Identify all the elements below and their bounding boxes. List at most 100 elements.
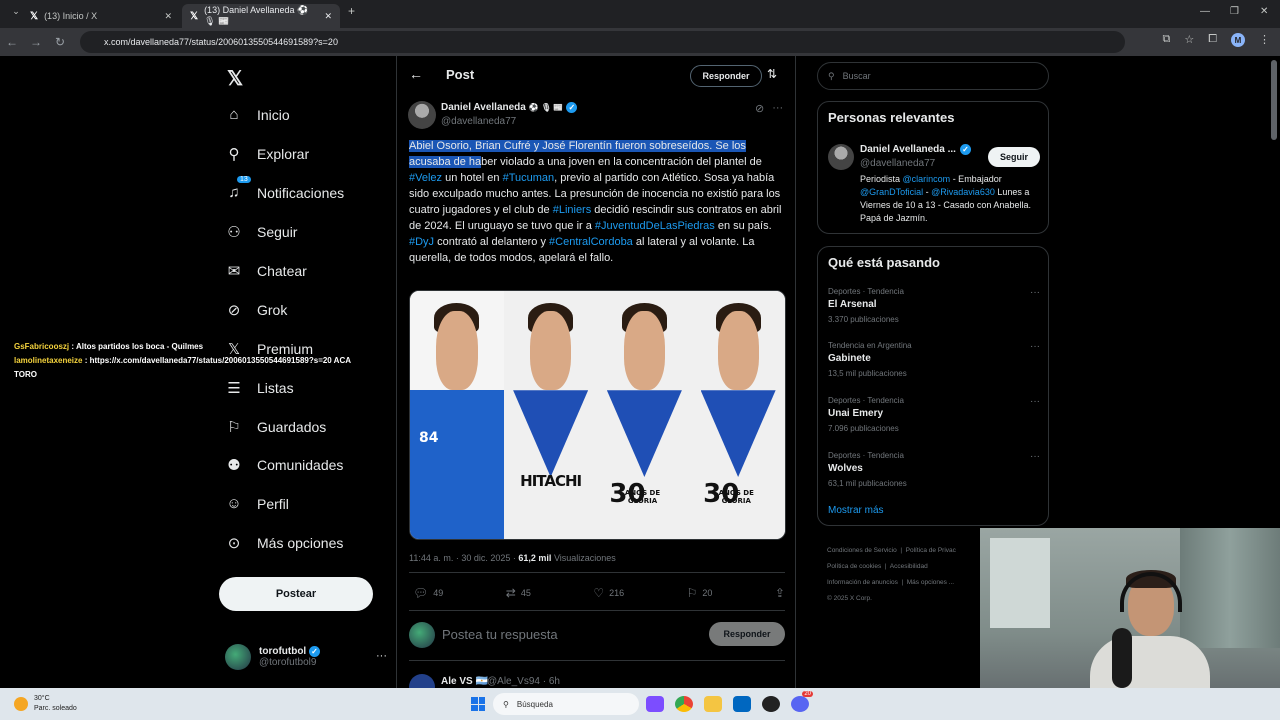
more-options-icon[interactable]: ··· (1030, 341, 1040, 352)
nav-item-perfil[interactable]: ☺ Perfil (225, 495, 289, 512)
more-options-icon[interactable]: ··· (1030, 451, 1040, 462)
more-options-icon[interactable]: ··· (1030, 396, 1040, 407)
relevant-avatar[interactable] (828, 144, 854, 170)
nav-item-grok[interactable]: ⊘ Grok (225, 301, 288, 319)
back-arrow-icon[interactable]: ← (409, 66, 423, 82)
hashtag-link[interactable]: #DyJ (409, 236, 434, 248)
page-scrollbar[interactable] (1271, 60, 1277, 140)
nav-item-notificaciones[interactable]: ♫ 13 Notificaciones (225, 176, 344, 201)
back-icon[interactable]: ← (0, 35, 24, 49)
mention-link[interactable]: @clarincom (903, 174, 951, 184)
footer-link[interactable]: Condiciones de Servicio (827, 547, 897, 554)
follow-button[interactable]: Seguir (988, 147, 1040, 167)
hashtag-link[interactable]: #Velez (409, 172, 442, 184)
author-name[interactable]: Daniel Avellaneda ⚽ 🎙 📰 ✓ (441, 102, 578, 113)
trend-item[interactable]: Deportes · Tendencia El Arsenal 3.370 pu… (828, 287, 1040, 324)
browser-tab-post[interactable]: 𝕏 (13) Daniel Avellaneda ⚽ 🎙 📰 ✕ (182, 4, 340, 28)
profile-avatar[interactable]: M (1231, 33, 1245, 47)
store-icon[interactable] (733, 696, 751, 712)
file-explorer-icon[interactable] (704, 696, 722, 712)
x-logo-icon[interactable]: 𝕏 (227, 66, 243, 91)
install-app-icon[interactable]: ⧉ (1162, 33, 1170, 47)
more-options-icon[interactable]: ··· (772, 102, 783, 115)
hashtag-link[interactable]: #JuventudDeLasPiedras (595, 220, 715, 232)
browser-tab-strip: ⌄ 𝕏 (13) Inicio / X ✕ 𝕏 (13) Daniel Avel… (0, 0, 1280, 28)
trend-item[interactable]: Deportes · Tendencia Wolves 63,1 mil pub… (828, 451, 1040, 488)
window-close-icon[interactable]: ✕ (1260, 6, 1268, 17)
header-reply-button[interactable]: Responder (690, 65, 762, 87)
bell-icon: ♫ 13 (225, 176, 251, 201)
player-photo: 30 AÑOS DE GLORIA (691, 291, 785, 539)
nav-item-mas-opciones[interactable]: ⊙ Más opciones (225, 534, 344, 552)
relevant-name[interactable]: Daniel Avellaneda ... ✓ (860, 144, 971, 155)
hashtag-link[interactable]: #Liniers (553, 204, 592, 216)
bookmark-icon: ⚐ (686, 586, 698, 600)
discord-icon[interactable]: 20 (791, 691, 813, 712)
forward-icon[interactable]: → (24, 35, 48, 49)
filter-icon[interactable]: ⇅ (767, 67, 777, 81)
footer-link[interactable]: Información de anuncios (827, 579, 898, 586)
communities-icon: ⚉ (227, 457, 241, 474)
nav-item-explorar[interactable]: ⚲ Explorar (225, 145, 310, 163)
page-title: Post (446, 67, 475, 82)
maximize-icon[interactable]: ❐ (1230, 6, 1239, 17)
obs-icon[interactable] (762, 696, 780, 712)
reply-action[interactable]: 💬︎ 49 (413, 586, 443, 600)
mention-link[interactable]: @GranDToficial (860, 187, 923, 197)
browser-tab-inicio[interactable]: 𝕏 (13) Inicio / X ✕ (22, 4, 180, 28)
close-tab-icon[interactable]: ✕ (324, 11, 332, 22)
reply-submit-button[interactable]: Responder (709, 622, 785, 646)
reply-input[interactable]: Postea tu respuesta (442, 627, 558, 642)
author-handle[interactable]: @davellaneda77 (441, 116, 516, 127)
weather-widget[interactable]: 30°C Parc. soleado (14, 694, 77, 714)
post-button[interactable]: Postear (219, 577, 373, 611)
nav-item-guardados[interactable]: ⚐ Guardados (225, 418, 326, 436)
share-action[interactable]: ⇪ (775, 586, 785, 600)
more-options-icon[interactable]: ··· (1030, 287, 1040, 298)
footer-link[interactable]: Más opciones ... (907, 579, 954, 586)
address-bar[interactable]: x.com/davellaneda77/status/2006013550544… (80, 31, 1125, 53)
reload-icon[interactable]: ↻ (48, 35, 72, 49)
taskbar-search[interactable]: ⚲ Búsqueda (493, 693, 639, 715)
bookmark-star-icon[interactable]: ☆ (1184, 33, 1194, 47)
main-column: ← Post Responder ⇅ Daniel Avellaneda ⚽ 🎙… (396, 56, 796, 720)
close-tab-icon[interactable]: ✕ (164, 11, 172, 22)
jersey-v-stripe (700, 390, 776, 477)
new-tab-icon[interactable]: + (348, 4, 355, 18)
hashtag-link[interactable]: #CentralCordoba (549, 236, 633, 248)
grok-icon[interactable]: ⊘ (755, 102, 764, 115)
mention-link[interactable]: @Rivadavia630 (931, 187, 995, 197)
show-more-link[interactable]: Mostrar más (828, 505, 884, 516)
repost-action[interactable]: ⇄ 45 (506, 586, 531, 600)
trend-item[interactable]: Tendencia en Argentina Gabinete 13,5 mil… (828, 341, 1040, 378)
nav-item-chatear[interactable]: ✉ Chatear (225, 262, 307, 280)
windows-start-icon[interactable] (471, 697, 485, 711)
player-face (530, 310, 572, 391)
account-more-icon[interactable]: ··· (376, 650, 387, 662)
footer-link[interactable]: Política de Privac (906, 547, 956, 554)
trend-item[interactable]: Deportes · Tendencia Unai Emery 7.096 pu… (828, 396, 1040, 433)
bookmark-action[interactable]: ⚐ 20 (687, 586, 713, 600)
teams-icon[interactable] (646, 696, 664, 712)
nav-item-inicio[interactable]: ⌂ Inicio (225, 106, 289, 123)
extensions-icon[interactable]: ⧠ (1208, 33, 1217, 47)
search-input[interactable]: ⚲ Buscar (817, 62, 1049, 90)
share-icon: ⇪ (774, 586, 785, 600)
minimize-icon[interactable]: — (1200, 6, 1210, 17)
author-avatar[interactable] (408, 101, 436, 129)
bookmark-icon: ⚐ (227, 419, 241, 436)
tweet-image[interactable]: 84 HITACHI 30 AÑOS DE GLORIA 30 AÑOS DE … (409, 290, 786, 540)
footer-link[interactable]: Política de cookies (827, 563, 881, 570)
nav-item-seguir[interactable]: ⚇ Seguir (225, 223, 297, 241)
chrome-icon[interactable] (675, 696, 693, 712)
account-switcher[interactable]: torofutbol ✓ @torofutbol9 ··· (225, 644, 387, 670)
tweet-actions: 💬︎ 49 ⇄ 45 ♡ 216 ⚐ 20 ⇪ (413, 586, 785, 600)
footer-link[interactable]: Accesibilidad (890, 563, 928, 570)
nav-item-comunidades[interactable]: ⚉ Comunidades (225, 456, 343, 474)
like-action[interactable]: ♡ 216 (593, 586, 624, 600)
reply-composer: Postea tu respuesta Responder (409, 620, 787, 650)
hashtag-link[interactable]: #Tucuman (503, 172, 555, 184)
more-icon: ⊙ (227, 535, 241, 552)
footer-links: Condiciones de Servicio | Política de Pr… (827, 547, 956, 602)
browser-menu-icon[interactable]: ⋮ (1259, 33, 1270, 47)
